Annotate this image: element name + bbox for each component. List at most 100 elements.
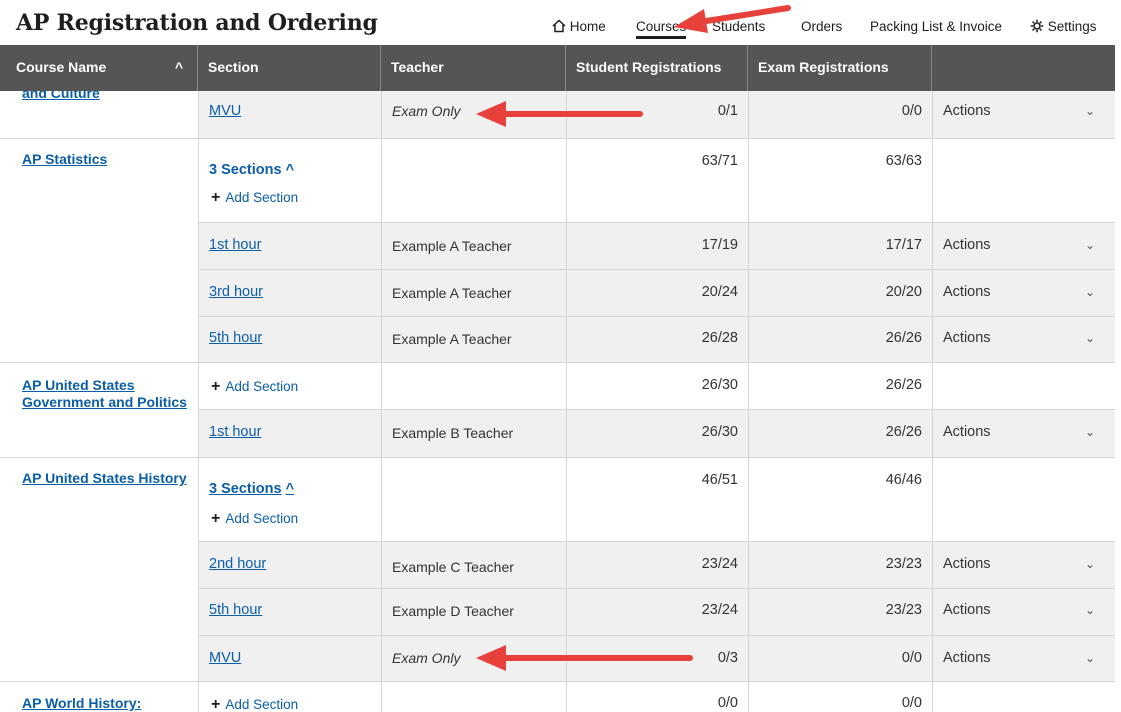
add-section-button[interactable]: + Add Section xyxy=(211,510,298,528)
exam-registrations: 26/26 xyxy=(885,377,922,393)
annotation-arrow xyxy=(674,5,791,33)
student-registrations: 23/24 xyxy=(701,556,738,572)
exam-registrations: 46/46 xyxy=(885,472,922,488)
student-registrations: 17/19 xyxy=(701,237,738,253)
col-teacher: Teacher xyxy=(381,45,566,91)
nav-home-label: Home xyxy=(569,19,606,34)
exam-registrations: 23/23 xyxy=(885,556,922,572)
table-row: 5th hour Example A Teacher 26/28 26/26 A… xyxy=(0,316,1115,362)
teacher-name: Example A Teacher xyxy=(392,285,512,301)
gear-icon xyxy=(1030,19,1044,33)
exam-registrations: 26/26 xyxy=(885,330,922,346)
chevron-down-icon: ⌄ xyxy=(1084,285,1095,299)
annotation-arrow xyxy=(476,101,643,127)
col-course-name-label: Course Name xyxy=(16,59,107,75)
table-row: 3rd hour Example A Teacher 20/24 20/20 A… xyxy=(0,269,1115,316)
add-section-label: Add Section xyxy=(225,379,299,394)
teacher-name: Example A Teacher xyxy=(392,331,512,347)
actions-dropdown[interactable]: Actions ⌄ xyxy=(932,317,1115,362)
sort-chevron-up-icon[interactable]: ^ xyxy=(175,45,183,89)
nav-orders[interactable]: Orders xyxy=(801,19,842,34)
course-link[interactable]: AP United States Government and Politics xyxy=(22,377,198,411)
teacher-name: Example A Teacher xyxy=(392,238,512,254)
add-section-label: Add Section xyxy=(225,697,299,712)
plus-icon: + xyxy=(211,189,221,206)
actions-label: Actions xyxy=(943,424,991,440)
teacher-name: Example B Teacher xyxy=(392,425,514,441)
top-nav: Home Courses Students Orders Packing Lis… xyxy=(0,17,1121,41)
actions-dropdown[interactable]: Actions ⌄ xyxy=(932,91,1115,138)
add-section-label: Add Section xyxy=(225,190,299,205)
actions-label: Actions xyxy=(943,650,991,666)
section-link[interactable]: 5th hour xyxy=(209,330,262,346)
exam-registrations: 0/0 xyxy=(901,103,922,119)
actions-dropdown[interactable]: Actions ⌄ xyxy=(932,636,1115,681)
actions-dropdown[interactable]: Actions ⌄ xyxy=(932,223,1115,269)
nav-settings-label: Settings xyxy=(1047,19,1097,34)
chevron-down-icon: ⌄ xyxy=(1084,425,1095,439)
course-link[interactable]: AP World History: xyxy=(22,695,198,712)
add-section-button[interactable]: + Add Section xyxy=(211,696,298,712)
chevron-down-icon: ⌄ xyxy=(1084,557,1095,571)
student-registrations: 0/1 xyxy=(717,103,738,119)
sections-toggle-label: 3 Sections xyxy=(209,481,282,497)
section-link[interactable]: 2nd hour xyxy=(209,556,266,572)
annotation-arrow xyxy=(476,645,693,671)
table-row: 1st hour Example A Teacher 17/19 17/17 A… xyxy=(0,222,1115,269)
student-registrations: 20/24 xyxy=(701,284,738,300)
sections-toggle-label: 3 Sections xyxy=(209,162,282,178)
teacher-name: Exam Only xyxy=(392,650,461,666)
actions-label: Actions xyxy=(943,284,991,300)
exam-registrations: 0/0 xyxy=(901,650,922,666)
plus-icon: + xyxy=(211,510,221,527)
exam-registrations: 20/20 xyxy=(885,284,922,300)
add-section-button[interactable]: + Add Section xyxy=(211,189,298,207)
chevron-up-icon: ^ xyxy=(285,481,295,497)
nav-settings[interactable]: Settings xyxy=(1030,19,1097,34)
section-link[interactable]: 1st hour xyxy=(209,424,261,440)
col-course-name[interactable]: Course Name ^ xyxy=(0,45,198,91)
course-link[interactable]: and Culture xyxy=(22,91,198,102)
actions-dropdown[interactable]: Actions ⌄ xyxy=(932,589,1115,635)
teacher-name: Exam Only xyxy=(392,103,461,119)
section-link[interactable]: MVU xyxy=(209,103,241,119)
add-section-button[interactable]: + Add Section xyxy=(211,378,298,396)
chevron-down-icon: ⌄ xyxy=(1084,603,1095,617)
actions-dropdown[interactable]: Actions ⌄ xyxy=(932,542,1115,588)
sections-toggle[interactable]: 3 Sections ^ xyxy=(209,162,294,178)
add-section-label: Add Section xyxy=(225,511,299,526)
sections-toggle[interactable]: 3 Sections ^ xyxy=(209,481,294,497)
nav-home[interactable]: Home xyxy=(552,19,606,34)
exam-registrations: 26/26 xyxy=(885,424,922,440)
table-row: AP United States Government and Politics… xyxy=(0,362,1115,411)
table-row: 2nd hour Example C Teacher 23/24 23/23 A… xyxy=(0,541,1115,588)
col-student-registrations: Student Registrations xyxy=(566,45,748,91)
student-registrations: 63/71 xyxy=(701,153,738,169)
section-link[interactable]: 1st hour xyxy=(209,237,261,253)
teacher-name: Example D Teacher xyxy=(392,603,514,619)
course-link[interactable]: AP United States History xyxy=(22,470,198,487)
section-link[interactable]: MVU xyxy=(209,650,241,666)
student-registrations: 46/51 xyxy=(701,472,738,488)
student-registrations: 26/28 xyxy=(701,330,738,346)
nav-packing-list[interactable]: Packing List & Invoice xyxy=(870,19,1002,34)
table-row: AP Statistics 3 Sections ^ + Add Section … xyxy=(0,138,1115,222)
col-section: Section xyxy=(198,45,381,91)
actions-label: Actions xyxy=(943,602,991,618)
student-registrations: 26/30 xyxy=(701,377,738,393)
section-link[interactable]: 3rd hour xyxy=(209,284,263,300)
chevron-down-icon: ⌄ xyxy=(1084,238,1095,252)
course-link[interactable]: AP Statistics xyxy=(22,151,198,168)
actions-dropdown[interactable]: Actions ⌄ xyxy=(932,270,1115,316)
table-row: 1st hour Example B Teacher 26/30 26/26 A… xyxy=(0,409,1115,457)
student-registrations: 0/0 xyxy=(717,695,738,711)
actions-label: Actions xyxy=(943,330,991,346)
actions-dropdown[interactable]: Actions ⌄ xyxy=(932,410,1115,457)
section-link[interactable]: 5th hour xyxy=(209,602,262,618)
col-actions xyxy=(932,45,1115,91)
exam-registrations: 0/0 xyxy=(901,695,922,711)
actions-label: Actions xyxy=(943,237,991,253)
exam-registrations: 17/17 xyxy=(885,237,922,253)
table-row: 5th hour Example D Teacher 23/24 23/23 A… xyxy=(0,588,1115,635)
student-registrations: 23/24 xyxy=(701,602,738,618)
